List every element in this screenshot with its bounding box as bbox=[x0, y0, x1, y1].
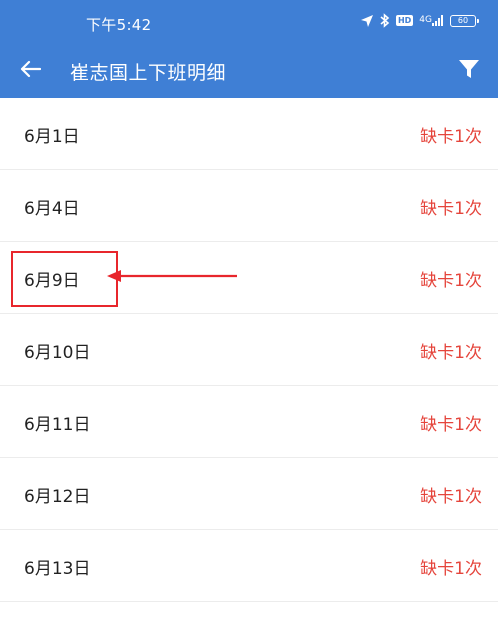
record-date: 6月10日 bbox=[24, 343, 91, 363]
record-status: 缺卡1次 bbox=[420, 343, 482, 363]
network-type: 4G bbox=[419, 15, 432, 25]
attendance-list: 6月1日 缺卡1次 6月4日 缺卡1次 6月9日 缺卡1次 6月10日 缺卡1次… bbox=[0, 98, 498, 602]
record-status: 缺卡1次 bbox=[420, 559, 482, 579]
list-item[interactable]: 6月10日 缺卡1次 bbox=[0, 314, 498, 386]
list-item[interactable]: 6月1日 缺卡1次 bbox=[0, 98, 498, 170]
record-status: 缺卡1次 bbox=[420, 415, 482, 435]
record-date: 6月12日 bbox=[24, 487, 91, 507]
filter-icon bbox=[458, 58, 480, 84]
battery-icon: 60 bbox=[450, 14, 479, 27]
filter-button[interactable] bbox=[454, 56, 484, 86]
status-bar: 下午5:42 HD 4G 60 bbox=[0, 0, 498, 44]
record-status: 缺卡1次 bbox=[420, 127, 482, 147]
record-date: 6月11日 bbox=[24, 415, 91, 435]
hd-icon: HD bbox=[395, 15, 414, 26]
status-icons: HD 4G 60 bbox=[360, 13, 479, 28]
list-item[interactable]: 6月12日 缺卡1次 bbox=[0, 458, 498, 530]
list-item[interactable]: 6月11日 缺卡1次 bbox=[0, 386, 498, 458]
record-date: 6月4日 bbox=[24, 199, 80, 219]
bluetooth-icon bbox=[380, 13, 390, 28]
status-time: 下午5:42 bbox=[86, 16, 152, 34]
record-status: 缺卡1次 bbox=[420, 199, 482, 219]
location-icon bbox=[360, 14, 374, 28]
app-header: 下午5:42 HD 4G 60 崔志国上下班明细 bbox=[0, 0, 498, 98]
record-status: 缺卡1次 bbox=[420, 487, 482, 507]
signal-icon: 4G bbox=[419, 15, 444, 26]
list-item[interactable]: 6月13日 缺卡1次 bbox=[0, 530, 498, 602]
list-item[interactable]: 6月9日 缺卡1次 bbox=[0, 242, 498, 314]
record-date: 6月1日 bbox=[24, 127, 80, 147]
back-button[interactable] bbox=[14, 56, 46, 86]
list-item[interactable]: 6月4日 缺卡1次 bbox=[0, 170, 498, 242]
arrow-left-icon bbox=[19, 60, 42, 82]
toolbar: 崔志国上下班明细 bbox=[0, 44, 498, 98]
page-title: 崔志国上下班明细 bbox=[70, 62, 227, 84]
battery-level: 60 bbox=[457, 16, 469, 25]
record-status: 缺卡1次 bbox=[420, 271, 482, 291]
record-date: 6月13日 bbox=[24, 559, 91, 579]
record-date: 6月9日 bbox=[24, 271, 80, 291]
